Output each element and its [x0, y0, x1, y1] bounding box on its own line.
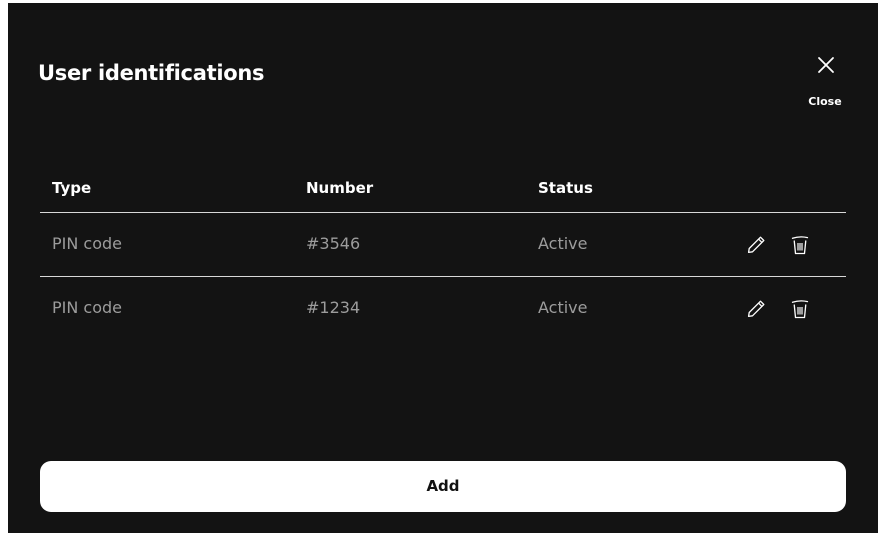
delete-button[interactable] — [788, 297, 812, 321]
pencil-icon[interactable] — [744, 297, 768, 321]
close-label: Close — [808, 95, 842, 108]
cell-type: PIN code — [52, 234, 123, 253]
table-row: PIN code #3546 Active — [40, 213, 846, 277]
delete-button[interactable] — [788, 233, 812, 257]
cell-number: #1234 — [306, 298, 361, 317]
column-header-number: Number — [306, 179, 374, 197]
pencil-icon[interactable] — [744, 233, 768, 257]
cell-type: PIN code — [52, 298, 123, 317]
edit-button[interactable] — [744, 233, 768, 257]
column-header-type: Type — [52, 179, 92, 197]
trash-icon[interactable] — [788, 297, 812, 321]
close-icon[interactable] — [816, 55, 836, 75]
table-header: Type Number Status — [40, 168, 846, 213]
edit-button[interactable] — [744, 297, 768, 321]
cell-number: #3546 — [306, 234, 361, 253]
cell-status: Active — [538, 298, 588, 317]
cell-status: Active — [538, 234, 588, 253]
add-button[interactable]: Add — [40, 461, 846, 512]
user-identifications-dialog: User identifications Close Type Number S… — [8, 3, 878, 533]
dialog-title: User identifications — [38, 61, 265, 85]
table-row: PIN code #1234 Active — [40, 277, 846, 340]
identifications-table: Type Number Status PIN code #3546 Active — [40, 168, 846, 340]
trash-icon[interactable] — [788, 233, 812, 257]
column-header-status: Status — [538, 179, 593, 197]
close-button[interactable]: Close — [803, 53, 847, 113]
